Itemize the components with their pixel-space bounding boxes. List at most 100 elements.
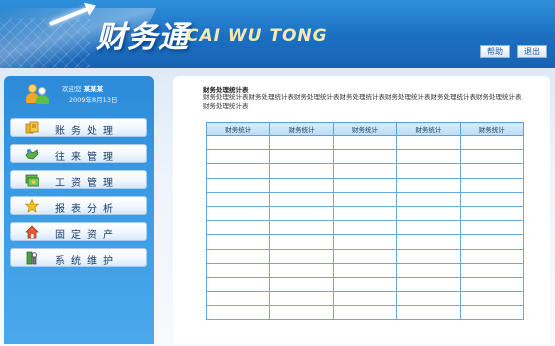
table-cell [396,134,461,151]
table-cell [459,191,525,207]
column-header: 财务统计 [459,122,525,136]
table-cell [332,262,398,278]
table-cell [459,276,525,293]
page-description: 财务处理统计表财务处理统计表财务处理统计表财务处理统计表财务处理统计表财务处理统… [203,93,522,110]
money-icon [25,174,39,187]
table-cell [396,191,461,207]
table-cell [396,305,461,321]
table-cell [396,163,461,179]
table-cell [205,305,271,321]
sidebar-item-label: 工资管理 [55,178,119,189]
sidebar-item-reports[interactable]: 报表分析 [10,196,147,215]
table-cell [459,163,525,179]
table-cell [396,234,461,250]
sidebar-item-label: 报表分析 [55,204,119,215]
table-cell [396,205,461,222]
sidebar-item-label: 账务处理 [55,126,119,137]
table-cell [396,248,461,264]
table-cell [396,220,461,236]
star-icon [25,199,39,213]
header-banner: 财务通 CAI WU TONG 帮助 退出 [0,0,555,68]
table-row [205,305,525,321]
sidebar-item-payroll[interactable]: 工资管理 [10,170,147,189]
column-header: 财务统计 [269,122,334,136]
users-icon [26,82,52,106]
table-cell [205,291,271,307]
table-cell [269,234,334,250]
table-cell [205,262,271,278]
table-cell [459,149,525,165]
home-icon [25,225,39,239]
main-panel: 财务处理统计表 财务处理统计表财务处理统计表财务处理统计表财务处理统计表财务处理… [173,76,550,344]
table-cell [332,291,398,307]
sidebar-item-label: 固定资产 [55,230,119,241]
table-row [205,205,525,222]
exit-button[interactable]: 退出 [517,45,547,58]
table-cell [332,134,398,151]
column-header: 财务统计 [205,122,271,136]
table-cell [396,262,461,278]
table-row [205,234,525,250]
table-cell [459,220,525,236]
table-cell [459,234,525,250]
table-cell [396,177,461,193]
table-cell [332,177,398,193]
table-cell [396,291,461,307]
help-button[interactable]: 帮助 [480,45,510,58]
table-row [205,177,525,193]
sidebar-menu: 账务处理 往来管理 工资管理 报表分析 固定资产 系统维护 [10,118,147,274]
table-row [205,149,525,165]
table-cell [205,234,271,250]
table-cell [205,163,271,179]
sidebar-item-contacts[interactable]: 往来管理 [10,144,147,163]
column-header: 财务统计 [332,122,398,136]
table-row [205,163,525,179]
table-cell [269,163,334,179]
tools-icon [26,251,38,265]
table-cell [269,248,334,264]
table-cell [205,220,271,236]
table-cell [396,149,461,165]
sidebar: 欢迎您 某某某 2009年8月13日 账务处理 往来管理 工资管理 报表分析 固… [4,76,154,344]
table-cell [205,134,271,151]
sidebar-item-fixed-assets[interactable]: 固定资产 [10,222,147,241]
table-row [205,248,525,264]
app-logo-chinese: 财务通 [96,20,189,55]
table-cell [205,177,271,193]
table-cell [459,134,525,151]
table-cell [459,205,525,222]
current-date: 2009年8月13日 [69,96,118,104]
table-row [205,291,525,307]
table-cell [269,276,334,293]
table-cell [332,149,398,165]
table-cell [332,305,398,321]
table-cell [459,248,525,264]
table-cell [269,220,334,236]
table-cell [459,305,525,321]
table-cell [269,262,334,278]
user-info: 欢迎您 某某某 2009年8月13日 [4,76,154,114]
table-header-row: 财务统计 财务统计 财务统计 财务统计 财务统计 [205,122,525,136]
table-cell [332,205,398,222]
user-name: 某某某 [83,85,104,93]
table-row [205,262,525,278]
table-cell [332,276,398,293]
table-cell [459,177,525,193]
table-cell [459,262,525,278]
sidebar-item-accounting[interactable]: 账务处理 [10,118,147,137]
sidebar-item-system[interactable]: 系统维护 [10,248,147,267]
table-row [205,220,525,236]
table-cell [205,205,271,222]
table-cell [332,248,398,264]
table-cell [205,248,271,264]
table-body [205,134,525,321]
sidebar-item-label: 往来管理 [55,152,119,163]
table-cell [332,220,398,236]
table-row [205,191,525,207]
table-cell [332,163,398,179]
sidebar-item-label: 系统维护 [55,256,119,267]
column-header: 财务统计 [396,122,461,136]
handshake-icon [25,149,39,160]
table-cell [205,149,271,165]
table-cell [205,191,271,207]
